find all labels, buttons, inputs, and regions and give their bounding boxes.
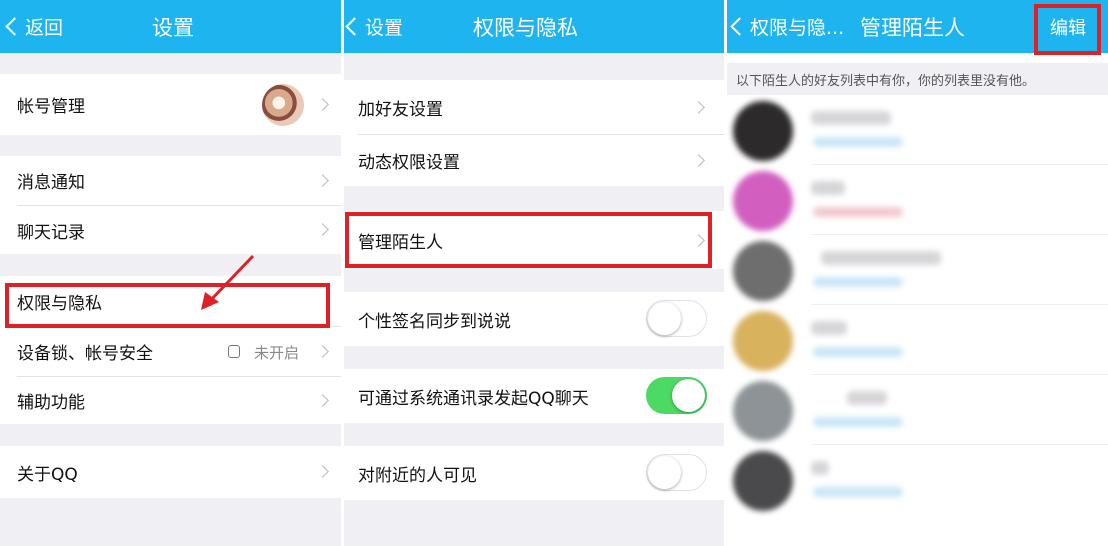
settings-panel: 返回 设置 帐号管理 消息通知 聊天记录 权限与隐私 设备锁、帐号安全 未开启 … — [0, 0, 341, 546]
strangers-notice: 以下陌生人的好友列表中有你，你的列表里没有他。 — [727, 63, 1108, 95]
back-button[interactable]: 设置 — [344, 0, 403, 53]
privacy-item-moments[interactable]: 动态权限设置 — [344, 135, 724, 186]
page-title: 权限与隐私 — [473, 15, 578, 40]
avatar — [733, 381, 793, 441]
privacy-item-label: 加好友设置 — [358, 99, 443, 120]
signature-group: 个性签名同步到说说 — [344, 292, 724, 346]
messages-group: 消息通知 聊天记录 — [0, 156, 341, 254]
status-badge: 未开启 — [254, 344, 300, 362]
settings-header: 返回 设置 — [0, 0, 341, 53]
page-title: 设置 — [152, 15, 194, 40]
pointer-arrow-icon — [201, 254, 255, 310]
settings-item-label: 消息通知 — [17, 173, 85, 193]
privacy-panel: 设置 权限与隐私 加好友设置 动态权限设置 管理陌生人 个性签名同步到说说 可通… — [344, 0, 724, 546]
stranger-list-item[interactable] — [727, 165, 1108, 235]
chevron-left-icon — [730, 17, 749, 36]
settings-item-label: 辅助功能 — [17, 393, 85, 413]
settings-item-device-lock[interactable]: 设备锁、帐号安全 未开启 — [0, 327, 341, 376]
chevron-right-icon — [692, 234, 705, 247]
privacy-item-signature-sync: 个性签名同步到说说 — [344, 292, 724, 346]
stranger-name — [847, 391, 887, 405]
contacts-chat-toggle[interactable] — [646, 377, 707, 414]
stranger-name — [811, 111, 891, 125]
strangers-group: 管理陌生人 — [344, 211, 724, 269]
stranger-name — [811, 461, 829, 475]
nearby-visible-toggle[interactable] — [646, 454, 707, 491]
settings-item-accessibility[interactable]: 辅助功能 — [0, 377, 341, 424]
settings-item-label: 权限与隐私 — [17, 293, 102, 314]
chevron-left-icon — [345, 17, 364, 36]
friend-settings-group: 加好友设置 动态权限设置 — [344, 80, 724, 186]
settings-item-label: 关于QQ — [17, 464, 78, 485]
privacy-item-nearby-visible: 对附近的人可见 — [344, 446, 724, 500]
privacy-item-label: 可通过系统通讯录发起QQ聊天 — [358, 388, 589, 409]
chevron-right-icon — [692, 154, 705, 167]
edit-button[interactable]: 编辑 — [1050, 0, 1086, 53]
contacts-group: 可通过系统通讯录发起QQ聊天 — [344, 369, 724, 423]
strangers-header: 权限与隐... 管理陌生人 编辑 — [727, 0, 1108, 53]
privacy-item-label: 个性签名同步到说说 — [358, 311, 511, 332]
avatar — [733, 241, 793, 301]
settings-item-about[interactable]: 关于QQ — [0, 446, 341, 498]
stranger-detail — [813, 277, 903, 287]
privacy-item-add-friend[interactable]: 加好友设置 — [344, 80, 724, 134]
settings-item-label: 设备锁、帐号安全 — [17, 344, 153, 364]
stranger-list-item[interactable] — [727, 235, 1108, 305]
privacy-item-label: 对附近的人可见 — [358, 465, 477, 486]
settings-item-label: 聊天记录 — [17, 222, 85, 243]
settings-item-privacy[interactable]: 权限与隐私 — [0, 276, 341, 326]
signature-sync-toggle[interactable] — [646, 300, 707, 337]
stranger-list-item[interactable] — [727, 95, 1108, 165]
toggle-knob — [648, 456, 681, 489]
stranger-detail — [813, 347, 903, 357]
stranger-list-item[interactable] — [727, 305, 1108, 375]
back-button[interactable]: 返回 — [4, 0, 63, 53]
stranger-name — [811, 321, 847, 335]
stranger-detail — [813, 207, 903, 217]
avatar — [733, 451, 793, 511]
strangers-panel: 权限与隐... 管理陌生人 编辑 以下陌生人的好友列表中有你，你的列表里没有他。 — [727, 0, 1108, 546]
chevron-right-icon — [316, 98, 329, 111]
avatar — [733, 311, 793, 371]
privacy-item-label: 动态权限设置 — [358, 153, 460, 173]
toggle-knob — [672, 379, 705, 412]
chevron-left-icon — [5, 17, 24, 36]
settings-item-label: 帐号管理 — [17, 97, 85, 117]
privacy-item-strangers[interactable]: 管理陌生人 — [344, 211, 724, 269]
privacy-header: 设置 权限与隐私 — [344, 0, 724, 53]
settings-item-account[interactable]: 帐号管理 — [0, 74, 341, 135]
stranger-name — [821, 251, 941, 265]
back-label: 设置 — [365, 17, 404, 39]
privacy-item-contacts-chat: 可通过系统通讯录发起QQ聊天 — [344, 369, 724, 423]
lock-icon — [228, 345, 240, 358]
nearby-group: 对附近的人可见 — [344, 446, 724, 500]
chevron-right-icon — [316, 174, 329, 187]
avatar — [733, 101, 793, 161]
stranger-detail — [813, 487, 903, 497]
settings-item-notifications[interactable]: 消息通知 — [0, 156, 341, 205]
chevron-right-icon — [692, 101, 705, 114]
avatar — [262, 84, 304, 126]
avatar — [733, 171, 793, 231]
stranger-detail — [813, 137, 903, 147]
chevron-right-icon — [316, 465, 329, 478]
privacy-item-label: 管理陌生人 — [358, 232, 443, 253]
back-label: 权限与隐... — [750, 17, 845, 39]
stranger-list-item[interactable] — [727, 375, 1108, 445]
about-group: 关于QQ — [0, 446, 341, 498]
account-group: 帐号管理 — [0, 74, 341, 135]
security-group: 权限与隐私 设备锁、帐号安全 未开启 辅助功能 — [0, 276, 341, 424]
settings-item-chat-history[interactable]: 聊天记录 — [0, 206, 341, 254]
stranger-detail — [813, 417, 903, 427]
stranger-name — [811, 181, 845, 195]
chevron-right-icon — [316, 223, 329, 236]
chevron-right-icon — [316, 394, 329, 407]
chevron-right-icon — [316, 345, 329, 358]
stranger-list-item[interactable] — [727, 445, 1108, 515]
back-label: 返回 — [25, 17, 64, 39]
toggle-knob — [648, 302, 681, 335]
back-button[interactable]: 权限与隐... — [729, 0, 844, 53]
page-title: 管理陌生人 — [860, 15, 965, 40]
